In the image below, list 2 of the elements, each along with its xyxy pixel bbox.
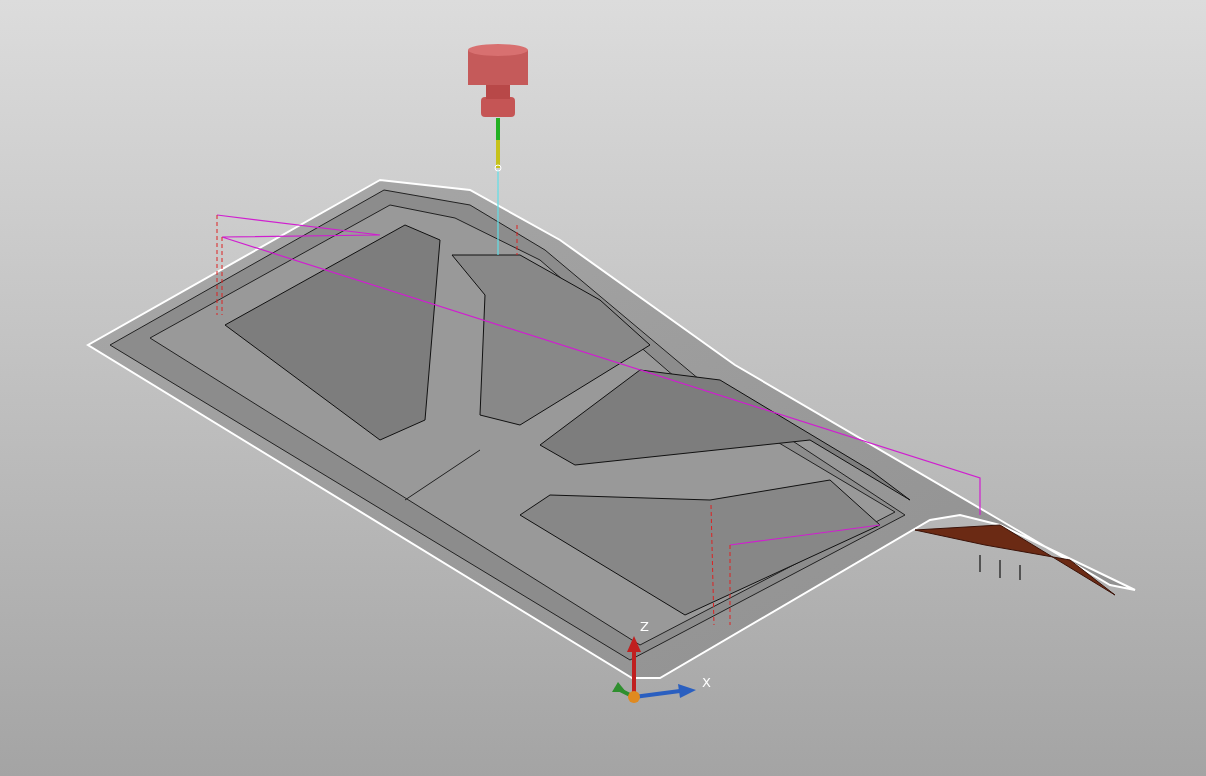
axis-label: Z — [640, 619, 649, 634]
axis-label: X — [702, 675, 711, 690]
